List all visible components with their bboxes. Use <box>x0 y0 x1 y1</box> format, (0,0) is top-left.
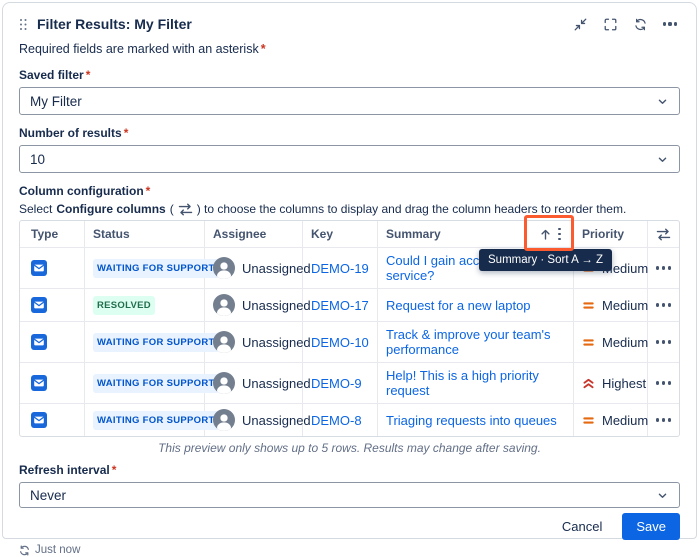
priority-medium-icon <box>582 336 595 349</box>
chevron-down-icon <box>658 99 667 104</box>
panel-header: Filter Results: My Filter <box>3 3 696 39</box>
required-note-text: Required fields are marked with an aster… <box>19 42 259 56</box>
unassigned-avatar-icon <box>213 331 235 353</box>
request-type-icon <box>31 297 47 313</box>
row-actions-button[interactable] <box>654 262 673 273</box>
request-type-icon <box>31 412 47 428</box>
minimize-icon <box>574 18 586 30</box>
filter-results-panel: Filter Results: My Filter Required field… <box>2 2 697 556</box>
preview-note: This preview only shows up to 5 rows. Re… <box>158 441 541 455</box>
sort-tooltip: Summary · Sort A → Z <box>479 249 613 271</box>
row-actions-button[interactable] <box>654 336 673 347</box>
priority-name: Highest <box>602 375 647 391</box>
save-button[interactable]: Save <box>622 513 680 540</box>
status-badge: WAITING FOR SUPPORT <box>93 410 219 430</box>
row-actions-button[interactable] <box>654 299 673 310</box>
saved-filter-select[interactable]: My Filter <box>19 87 680 115</box>
column-menu-button[interactable] <box>554 226 565 242</box>
status-badge: WAITING FOR SUPPORT <box>93 258 219 278</box>
minimize-button[interactable] <box>568 13 592 35</box>
last-refreshed-status: Just now <box>19 544 680 557</box>
header-type[interactable]: Type <box>20 221 85 247</box>
refresh-button[interactable] <box>628 13 652 35</box>
assignee-name: Unassigned <box>242 260 311 276</box>
panel-header-actions <box>568 13 682 35</box>
header-status[interactable]: Status <box>85 221 205 247</box>
issue-summary-link[interactable]: Request for a new laptop <box>386 298 531 313</box>
priority-highest-icon <box>582 377 595 390</box>
header-priority[interactable]: Priority <box>574 221 648 247</box>
refresh-icon <box>634 18 646 30</box>
row-actions-button[interactable] <box>654 377 673 388</box>
assignee-name: Unassigned <box>242 297 311 313</box>
header-assignee[interactable]: Assignee <box>205 221 303 247</box>
expand-icon <box>604 18 616 30</box>
table-row: RESOLVED Unassigned DEMO-17 Request for … <box>20 289 679 322</box>
refresh-icon <box>20 545 29 556</box>
last-refreshed-text: Just now <box>35 544 81 556</box>
more-options-button[interactable] <box>658 13 682 35</box>
refresh-interval-value: Never <box>30 487 67 503</box>
number-of-results-label: Number of results * <box>19 126 129 140</box>
number-of-results-value: 10 <box>30 151 46 167</box>
assignee-name: Unassigned <box>242 334 311 350</box>
issue-key-link[interactable]: DEMO-17 <box>311 298 369 313</box>
row-actions-button[interactable] <box>654 414 673 425</box>
unassigned-avatar-icon <box>213 257 235 279</box>
table-header-row: Type Status Assignee Key Summary Priorit… <box>20 221 679 248</box>
drag-handle-icon[interactable] <box>19 18 28 31</box>
refresh-interval-label: Refresh interval * <box>19 463 117 477</box>
unassigned-avatar-icon <box>213 372 235 394</box>
configure-columns-button[interactable] <box>648 221 679 247</box>
configure-columns-icon <box>178 203 192 215</box>
header-summary[interactable]: Summary <box>378 221 574 247</box>
chevron-down-icon <box>658 493 667 498</box>
request-type-icon <box>31 260 47 276</box>
configure-columns-icon <box>656 228 671 240</box>
table-row: WAITING FOR SUPPORT Unassigned DEMO-10 T… <box>20 322 679 363</box>
results-preview-table: Type Status Assignee Key Summary Priorit… <box>19 215 680 437</box>
request-type-icon <box>31 334 47 350</box>
saved-filter-label: Saved filter * <box>19 68 91 82</box>
expand-button[interactable] <box>598 13 622 35</box>
assignee-name: Unassigned <box>242 375 311 391</box>
status-badge: WAITING FOR SUPPORT <box>93 332 219 352</box>
required-note: Required fields are marked with an aster… <box>19 41 680 57</box>
chevron-down-icon <box>658 157 667 162</box>
priority-name: Medium <box>602 334 649 350</box>
priority-medium-icon <box>582 414 595 427</box>
column-configuration-description: Select Configure columns ( ) to choose t… <box>19 202 627 216</box>
unassigned-avatar-icon <box>213 409 235 431</box>
issue-key-link[interactable]: DEMO-10 <box>311 335 369 350</box>
issue-key-link[interactable]: DEMO-9 <box>311 376 362 391</box>
issue-key-link[interactable]: DEMO-19 <box>311 261 369 276</box>
assignee-name: Unassigned <box>242 412 311 428</box>
issue-key-link[interactable]: DEMO-8 <box>311 413 362 428</box>
request-type-icon <box>31 375 47 391</box>
cancel-button[interactable]: Cancel <box>552 513 612 540</box>
header-key[interactable]: Key <box>303 221 378 247</box>
refresh-interval-select[interactable]: Never <box>19 482 680 508</box>
status-badge: RESOLVED <box>93 295 155 315</box>
column-configuration-label: Column configuration * <box>19 184 151 198</box>
required-asterisk: * <box>260 42 266 56</box>
footer-actions: Cancel Save <box>19 513 680 540</box>
table-row: WAITING FOR SUPPORT Unassigned DEMO-9 He… <box>20 363 679 404</box>
issue-summary-link[interactable]: Triaging requests into queues <box>386 413 557 428</box>
priority-medium-icon <box>582 299 595 312</box>
priority-name: Medium <box>602 412 649 428</box>
issue-summary-link[interactable]: Track & improve your team's performance <box>386 327 565 357</box>
issue-summary-link[interactable]: Help! This is a high priority request <box>386 368 565 398</box>
panel-title: Filter Results: My Filter <box>37 16 192 32</box>
number-of-results-select[interactable]: 10 <box>19 145 680 173</box>
unassigned-avatar-icon <box>213 294 235 316</box>
table-row: WAITING FOR SUPPORT Unassigned DEMO-8 Tr… <box>20 404 679 436</box>
sort-ascending-icon[interactable] <box>539 228 552 241</box>
saved-filter-value: My Filter <box>30 93 82 109</box>
status-badge: WAITING FOR SUPPORT <box>93 373 219 393</box>
priority-name: Medium <box>602 297 649 313</box>
